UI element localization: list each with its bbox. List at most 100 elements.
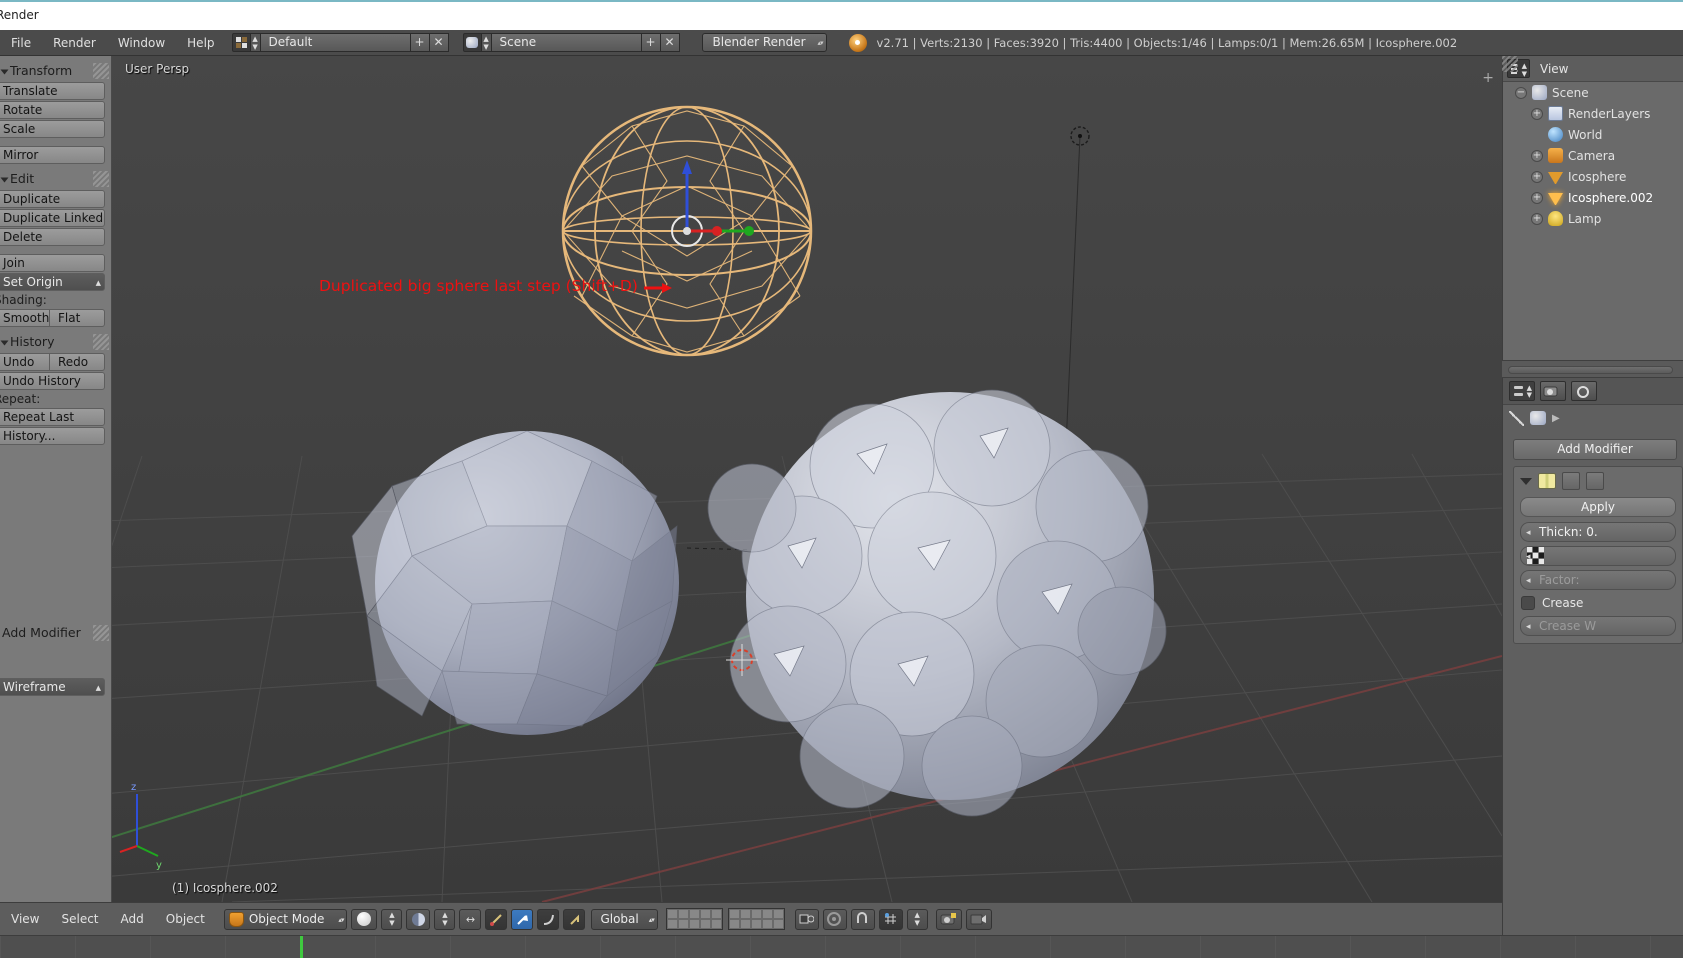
pivot-stepper[interactable]: ▲▼ [434,909,455,930]
tool-redo[interactable]: Redo [50,353,105,371]
snap-magnet-icon[interactable] [851,909,875,930]
tab-scene[interactable] [1571,381,1597,401]
panel-header-edit[interactable]: Edit [0,169,111,189]
menu-file[interactable]: File [0,30,42,56]
modifier-factor-field[interactable]: Factor: [1520,570,1676,590]
render-engine-selector[interactable]: Blender Render [702,33,827,52]
expander-icon[interactable]: + [1531,213,1543,225]
layer-cell[interactable] [729,909,740,919]
tool-duplicate-linked[interactable]: Duplicate Linked [0,209,105,227]
modifier-thickness-field[interactable]: Thickn: 0. [1520,522,1676,542]
manipulator-toggle[interactable]: ↔ [459,909,481,930]
tool-delete[interactable]: Delete [0,228,105,246]
timeline-playhead[interactable] [300,936,303,958]
layer-selector-bottom[interactable] [728,908,785,930]
viewport-canvas[interactable]: z y [112,56,1502,902]
modifier-crease-weight-field[interactable]: Crease W [1520,616,1676,636]
scene-stepper[interactable]: ▲▼ [482,33,492,52]
viewport-expand-plus-icon[interactable]: + [1482,70,1494,86]
viewport-menu-add[interactable]: Add [110,903,155,936]
scene-delete-button[interactable]: ✕ [661,33,680,52]
layer-cell[interactable] [678,909,689,919]
layout-name[interactable]: Default [261,33,411,52]
timeline-editor[interactable] [0,935,1683,958]
manipulator-scale-icon[interactable] [563,909,585,930]
viewport-menu-select[interactable]: Select [50,903,109,936]
lock-scene-to-object-icon[interactable] [795,909,819,930]
tool-scale[interactable]: Scale [0,120,105,138]
properties-editor-type-icon[interactable]: ▲▼ [1509,381,1535,401]
tab-render[interactable] [1540,381,1566,401]
layer-cell[interactable] [773,909,784,919]
layer-cell[interactable] [740,919,751,929]
outliner-row[interactable]: −Scene [1503,82,1683,103]
tool-undo-history[interactable]: Undo History [0,372,105,390]
snap-stepper[interactable]: ▲▼ [907,909,928,930]
layer-cell[interactable] [678,919,689,929]
transform-orientation-selector[interactable]: Global [591,909,657,930]
layer-cell[interactable] [762,919,773,929]
layer-cell[interactable] [667,909,678,919]
menu-help[interactable]: Help [176,30,225,56]
modifier-render-toggle[interactable] [1562,472,1580,490]
opengl-render-image-icon[interactable] [936,909,962,930]
outliner-row[interactable]: +RenderLayers [1503,103,1683,124]
outliner-row[interactable]: World [1503,124,1683,145]
modifier-vertex-group-field[interactable] [1520,546,1676,566]
layer-cell[interactable] [762,909,773,919]
menu-render[interactable]: Render [42,30,107,56]
outliner-row[interactable]: +Icosphere.002 [1503,187,1683,208]
layer-cell[interactable] [700,919,711,929]
viewport-shading-selector[interactable] [351,909,377,930]
layer-cell[interactable] [667,919,678,929]
layer-cell[interactable] [773,919,784,929]
viewport-shading-stepper[interactable]: ▲▼ [381,909,402,930]
modifier-viewport-toggle[interactable] [1586,472,1604,490]
tool-rotate[interactable]: Rotate [0,101,105,119]
tool-mirror[interactable]: Mirror [0,146,105,164]
expander-icon[interactable]: − [1515,87,1527,99]
tool-history-dialog[interactable]: History... [0,427,105,445]
expander-icon[interactable]: + [1531,150,1543,162]
viewport-menu-object[interactable]: Object [155,903,216,936]
tool-repeat-last[interactable]: Repeat Last [0,408,105,426]
pivot-point-selector[interactable] [406,909,430,930]
layer-cell[interactable] [751,919,762,929]
layout-delete-button[interactable]: ✕ [430,33,449,52]
add-modifier-button[interactable]: Add Modifier [1513,439,1677,460]
layout-add-button[interactable]: + [411,33,430,52]
tool-shade-smooth[interactable]: Smooth [0,309,50,327]
collapse-triangle-icon[interactable] [1520,478,1532,485]
panel-splitter[interactable] [1502,360,1683,378]
layer-cell[interactable] [689,919,700,929]
tool-join[interactable]: Join [0,254,105,272]
scene-add-button[interactable]: + [642,33,661,52]
layer-cell[interactable] [689,909,700,919]
layer-cell[interactable] [729,919,740,929]
tool-undo[interactable]: Undo [0,353,50,371]
menu-window[interactable]: Window [107,30,176,56]
pin-icon[interactable] [1509,411,1524,426]
panel-header-history[interactable]: History [0,332,111,352]
outliner-menu-view[interactable]: View [1540,62,1568,76]
layer-cell[interactable] [751,909,762,919]
layer-cell[interactable] [711,919,722,929]
manipulator-arc-icon[interactable] [537,909,559,930]
tool-duplicate[interactable]: Duplicate [0,190,105,208]
crease-checkbox[interactable] [1521,596,1535,610]
tool-set-origin[interactable]: Set Origin ▲▼ [0,273,105,291]
viewport-menu-view[interactable]: View [0,903,50,936]
layer-cell[interactable] [711,909,722,919]
layer-cell[interactable] [700,909,711,919]
opengl-render-animation-icon[interactable] [966,909,992,930]
outliner-row[interactable]: +Lamp [1503,208,1683,229]
modifier-crease-checkbox-row[interactable]: Crease [1521,596,1675,610]
snap-target-icon[interactable] [879,909,903,930]
tool-translate[interactable]: Translate [0,82,105,100]
layout-stepper[interactable]: ▲▼ [251,33,261,52]
manipulator-rotate-icon[interactable] [511,909,533,930]
panel-header-add-modifier[interactable]: Add Modifier [0,623,111,643]
outliner-row[interactable]: +Camera [1503,145,1683,166]
interaction-mode-selector[interactable]: Object Mode [224,909,348,930]
modifier-apply-button[interactable]: Apply [1520,497,1676,517]
